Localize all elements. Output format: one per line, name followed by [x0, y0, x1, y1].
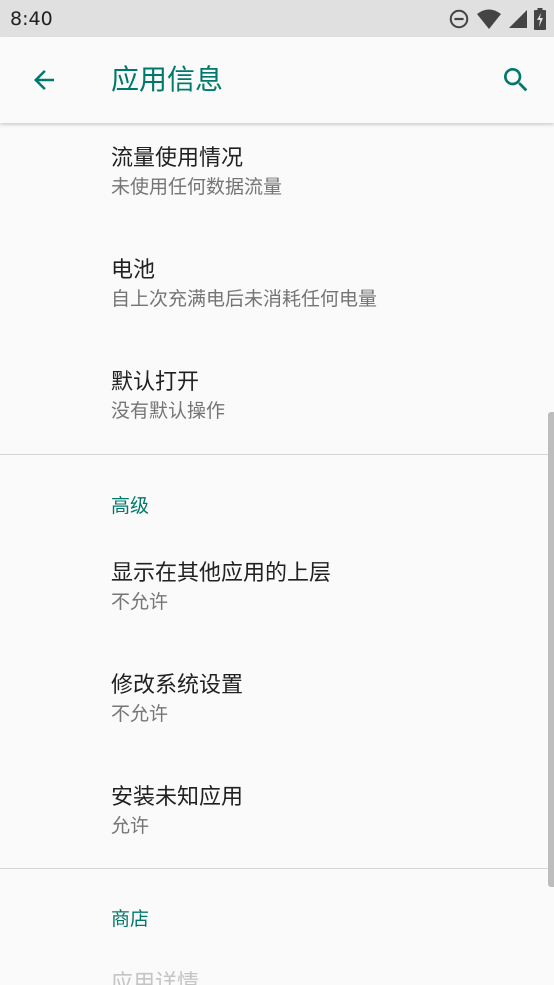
pref-data-usage[interactable]: 流量使用情况 未使用任何数据流量 [111, 144, 534, 200]
pref-install-unknown-apps[interactable]: 安装未知应用 允许 [111, 783, 534, 839]
back-button[interactable] [24, 60, 64, 100]
pref-title: 应用详情 [111, 971, 200, 985]
pref-app-details[interactable]: 应用详情 [111, 969, 534, 985]
pref-summary: 不允许 [111, 591, 169, 613]
pref-summary: 没有默认操作 [111, 400, 226, 422]
pref-summary: 未使用任何数据流量 [111, 176, 283, 198]
search-button[interactable] [496, 60, 536, 100]
divider [0, 454, 554, 455]
arrow-back-icon [34, 70, 54, 90]
pref-open-by-default[interactable]: 默认打开 没有默认操作 [111, 368, 534, 424]
pref-title: 默认打开 [111, 370, 200, 395]
pref-title: 流量使用情况 [111, 146, 244, 171]
app-bar: 应用信息 [0, 37, 554, 123]
cell-signal-icon [509, 10, 527, 28]
pref-title: 安装未知应用 [111, 785, 244, 810]
divider [0, 868, 554, 869]
category-advanced: 高级 [111, 495, 150, 517]
pref-battery[interactable]: 电池 自上次充满电后未消耗任何电量 [111, 256, 534, 312]
pref-summary: 不允许 [111, 703, 169, 725]
pref-title: 修改系统设置 [111, 673, 244, 698]
pref-title: 显示在其他应用的上层 [111, 561, 332, 586]
wifi-icon [477, 9, 501, 29]
pref-summary: 自上次充满电后未消耗任何电量 [111, 288, 378, 310]
page-title: 应用信息 [111, 63, 224, 96]
status-icons [442, 6, 546, 32]
status-bar: 8:40 [0, 0, 554, 37]
category-store: 商店 [111, 908, 150, 930]
status-time: 8:40 [10, 8, 53, 30]
pref-draw-over-apps[interactable]: 显示在其他应用的上层 不允许 [111, 559, 534, 615]
battery-charging-icon [534, 8, 546, 30]
search-icon [504, 68, 528, 92]
pref-title: 电池 [111, 258, 156, 283]
settings-list[interactable]: 流量使用情况 未使用任何数据流量 电池 自上次充满电后未消耗任何电量 默认打开 … [0, 123, 554, 985]
pref-modify-system-settings[interactable]: 修改系统设置 不允许 [111, 671, 534, 727]
pref-summary: 允许 [111, 815, 150, 837]
scrollbar[interactable] [548, 412, 554, 887]
do-not-disturb-icon [449, 9, 469, 29]
